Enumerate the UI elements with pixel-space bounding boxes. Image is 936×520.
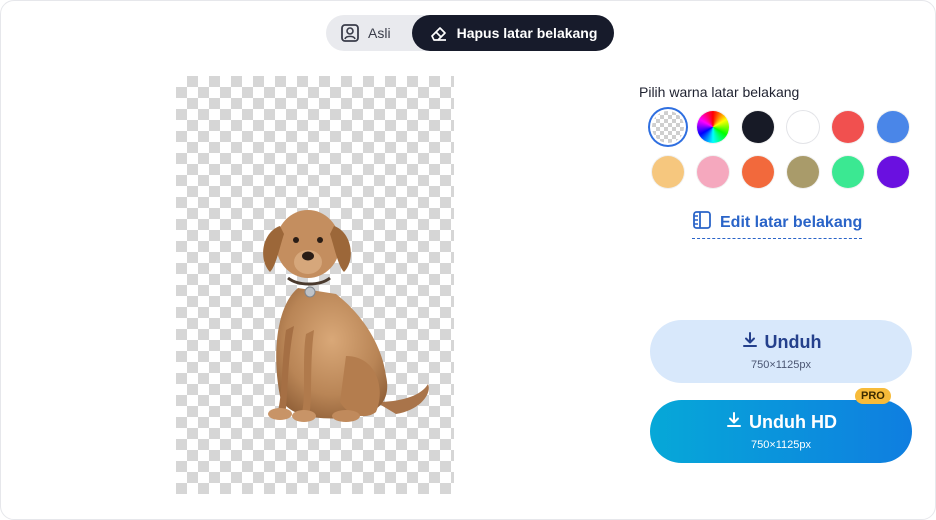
pro-badge: PRO <box>855 388 891 404</box>
download-hd-dimensions: 750×1125px <box>750 439 812 451</box>
original-view-button[interactable]: Asli <box>340 15 391 51</box>
eraser-icon <box>429 23 449 43</box>
swatch-purple[interactable] <box>877 156 909 188</box>
swatch-blue[interactable] <box>877 111 909 143</box>
remove-background-view-label: Hapus latar belakang <box>456 25 598 41</box>
swatch-olive[interactable] <box>787 156 819 188</box>
download-icon <box>725 411 743 434</box>
portrait-icon <box>340 23 360 43</box>
download-button[interactable]: Unduh 750×1125px <box>650 320 912 383</box>
remove-background-view-button[interactable]: Hapus latar belakang <box>412 15 614 51</box>
download-hd-button[interactable]: Unduh HD 750×1125px <box>650 400 912 463</box>
download-hd-label: Unduh HD <box>749 412 837 432</box>
download-icon <box>741 331 759 354</box>
swatch-custom-color[interactable] <box>697 111 729 143</box>
download-dimensions: 750×1125px <box>750 359 812 371</box>
edit-background-label: Edit latar belakang <box>720 213 863 231</box>
dog-image <box>263 210 429 422</box>
swatch-red[interactable] <box>832 111 864 143</box>
background-color-title: Pilih warna latar belakang <box>639 84 800 100</box>
edit-background-link[interactable]: Edit latar belakang <box>692 210 863 239</box>
swatch-orange[interactable] <box>742 156 774 188</box>
image-preview <box>176 76 454 494</box>
download-label: Unduh <box>764 332 822 352</box>
view-toggle: Asli Hapus latar belakang <box>326 15 614 51</box>
swatch-transparent[interactable] <box>652 111 684 143</box>
swatch-pink[interactable] <box>697 156 729 188</box>
swatch-green[interactable] <box>832 156 864 188</box>
swatch-peach[interactable] <box>652 156 684 188</box>
swatch-white[interactable] <box>787 111 819 143</box>
original-view-label: Asli <box>368 25 391 41</box>
swatch-black[interactable] <box>742 111 774 143</box>
edit-background-icon <box>692 210 712 235</box>
